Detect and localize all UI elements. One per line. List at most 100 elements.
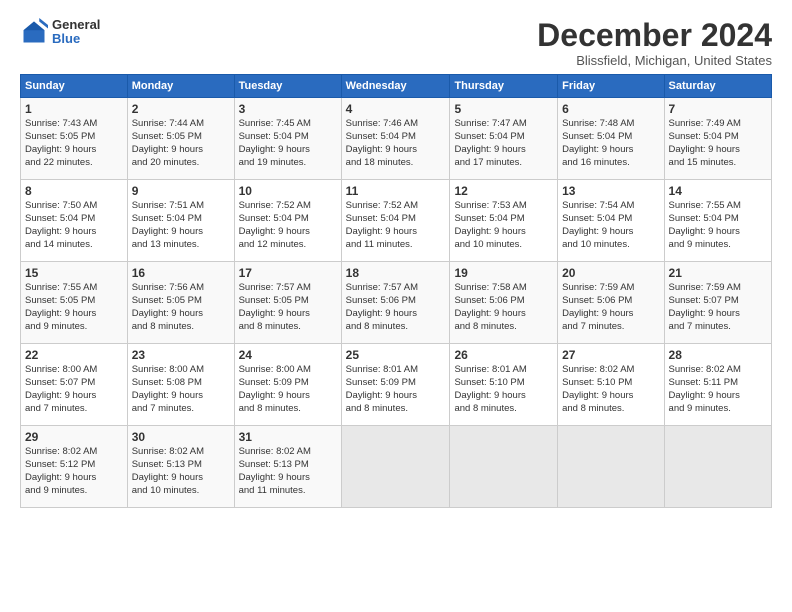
day-info-line: Sunrise: 7:56 AM <box>132 282 230 295</box>
day-info-line: Sunrise: 8:00 AM <box>132 364 230 377</box>
day-info-line: Daylight: 9 hours <box>132 144 230 157</box>
day-info-line: Sunset: 5:04 PM <box>25 213 123 226</box>
day-number: 15 <box>25 265 123 281</box>
day-info-line: Daylight: 9 hours <box>132 226 230 239</box>
day-info-line: Daylight: 9 hours <box>562 144 659 157</box>
day-info-line: Sunset: 5:04 PM <box>562 131 659 144</box>
calendar-cell: 3Sunrise: 7:45 AMSunset: 5:04 PMDaylight… <box>234 98 341 180</box>
calendar-cell: 27Sunrise: 8:02 AMSunset: 5:10 PMDayligh… <box>558 344 664 426</box>
day-info-line: Daylight: 9 hours <box>346 390 446 403</box>
day-number: 7 <box>669 101 767 117</box>
calendar-cell: 19Sunrise: 7:58 AMSunset: 5:06 PMDayligh… <box>450 262 558 344</box>
page: General Blue December 2024 Blissfield, M… <box>0 0 792 612</box>
day-info-line: Sunrise: 7:49 AM <box>669 118 767 131</box>
day-number: 30 <box>132 429 230 445</box>
day-info-line: and 10 minutes. <box>562 239 659 252</box>
day-info-line: Daylight: 9 hours <box>25 390 123 403</box>
day-info-line: Sunset: 5:10 PM <box>454 377 553 390</box>
weekday-header-monday: Monday <box>127 75 234 98</box>
day-number: 18 <box>346 265 446 281</box>
day-info-line: Daylight: 9 hours <box>454 144 553 157</box>
weekday-header-tuesday: Tuesday <box>234 75 341 98</box>
day-info-line: and 18 minutes. <box>346 157 446 170</box>
day-info-line: Daylight: 9 hours <box>454 308 553 321</box>
weekday-header-thursday: Thursday <box>450 75 558 98</box>
day-info-line: Daylight: 9 hours <box>239 308 337 321</box>
day-info-line: Daylight: 9 hours <box>239 472 337 485</box>
day-info-line: and 20 minutes. <box>132 157 230 170</box>
day-info-line: Sunset: 5:06 PM <box>454 295 553 308</box>
calendar-cell: 7Sunrise: 7:49 AMSunset: 5:04 PMDaylight… <box>664 98 771 180</box>
day-info-line: Daylight: 9 hours <box>132 472 230 485</box>
day-number: 28 <box>669 347 767 363</box>
weekday-header-saturday: Saturday <box>664 75 771 98</box>
weekday-header-sunday: Sunday <box>21 75 128 98</box>
calendar-cell: 12Sunrise: 7:53 AMSunset: 5:04 PMDayligh… <box>450 180 558 262</box>
day-number: 16 <box>132 265 230 281</box>
day-info-line: Sunset: 5:13 PM <box>239 459 337 472</box>
day-info-line: and 17 minutes. <box>454 157 553 170</box>
day-info-line: Sunset: 5:05 PM <box>25 295 123 308</box>
calendar-row-3: 15Sunrise: 7:55 AMSunset: 5:05 PM Dayligh… <box>21 262 772 344</box>
day-info-line: and 7 minutes. <box>562 321 659 334</box>
weekday-header-friday: Friday <box>558 75 664 98</box>
day-info-line: Daylight: 9 hours <box>669 390 767 403</box>
day-info-line: Daylight: 9 hours <box>25 472 123 485</box>
day-number: 21 <box>669 265 767 281</box>
day-info-line: Daylight: 9 hours <box>669 144 767 157</box>
calendar-cell: 2Sunrise: 7:44 AMSunset: 5:05 PMDaylight… <box>127 98 234 180</box>
day-number: 11 <box>346 183 446 199</box>
day-info-line: Sunset: 5:08 PM <box>132 377 230 390</box>
calendar-cell: 5Sunrise: 7:47 AMSunset: 5:04 PMDaylight… <box>450 98 558 180</box>
calendar-cell: 28Sunrise: 8:02 AMSunset: 5:11 PMDayligh… <box>664 344 771 426</box>
day-info-line: Sunrise: 8:00 AM <box>25 364 123 377</box>
day-info-line: and 9 minutes. <box>669 403 767 416</box>
day-info-line: Sunset: 5:04 PM <box>239 213 337 226</box>
calendar-cell <box>450 426 558 508</box>
day-info-line: Sunset: 5:04 PM <box>454 131 553 144</box>
day-info-line: Sunrise: 7:55 AM <box>25 282 123 295</box>
day-info-line: Sunset: 5:04 PM <box>239 131 337 144</box>
day-info-line: Sunrise: 7:57 AM <box>239 282 337 295</box>
day-info-line: Daylight: 9 hours <box>454 226 553 239</box>
day-info-line: Daylight: 9 hours <box>239 226 337 239</box>
day-info-line: and 7 minutes. <box>25 403 123 416</box>
day-info-line: and 13 minutes. <box>132 239 230 252</box>
day-info-line: and 8 minutes. <box>454 321 553 334</box>
day-number: 8 <box>25 183 123 199</box>
day-info-line: Sunrise: 7:59 AM <box>669 282 767 295</box>
weekday-header-wednesday: Wednesday <box>341 75 450 98</box>
day-number: 24 <box>239 347 337 363</box>
logo: General Blue <box>20 18 100 47</box>
day-info-line: Sunset: 5:04 PM <box>346 131 446 144</box>
day-info-line: Sunrise: 8:02 AM <box>239 446 337 459</box>
calendar-body: 1Sunrise: 7:43 AMSunset: 5:05 PMDaylight… <box>21 98 772 508</box>
day-info-line: and 9 minutes. <box>669 239 767 252</box>
day-info-line: Daylight: 9 hours <box>562 390 659 403</box>
day-info-line: Sunrise: 8:01 AM <box>454 364 553 377</box>
day-info-line: and 11 minutes. <box>346 239 446 252</box>
calendar-cell: 6Sunrise: 7:48 AMSunset: 5:04 PMDaylight… <box>558 98 664 180</box>
day-info-line: Sunrise: 7:53 AM <box>454 200 553 213</box>
day-info-line: Sunset: 5:07 PM <box>25 377 123 390</box>
day-number: 14 <box>669 183 767 199</box>
calendar-cell: 16Sunrise: 7:56 AMSunset: 5:05 PMDayligh… <box>127 262 234 344</box>
day-info-line: Daylight: 9 hours <box>669 226 767 239</box>
day-number: 23 <box>132 347 230 363</box>
day-info-line: Daylight: 9 hours <box>669 308 767 321</box>
calendar-cell: 26Sunrise: 8:01 AMSunset: 5:10 PMDayligh… <box>450 344 558 426</box>
day-info-line: Sunset: 5:04 PM <box>669 131 767 144</box>
calendar-cell: 25Sunrise: 8:01 AMSunset: 5:09 PMDayligh… <box>341 344 450 426</box>
day-info-line: Sunrise: 7:50 AM <box>25 200 123 213</box>
day-number: 10 <box>239 183 337 199</box>
calendar-cell: 11Sunrise: 7:52 AMSunset: 5:04 PMDayligh… <box>341 180 450 262</box>
day-info-line: Sunset: 5:09 PM <box>346 377 446 390</box>
day-info-line: Daylight: 9 hours <box>562 308 659 321</box>
day-number: 2 <box>132 101 230 117</box>
day-info-line: Sunset: 5:04 PM <box>454 213 553 226</box>
day-info-line: and 8 minutes. <box>346 403 446 416</box>
day-info-line: Sunset: 5:05 PM <box>132 131 230 144</box>
logo-blue-text: Blue <box>52 32 100 46</box>
calendar-cell: 1Sunrise: 7:43 AMSunset: 5:05 PMDaylight… <box>21 98 128 180</box>
day-info-line: Sunrise: 7:59 AM <box>562 282 659 295</box>
